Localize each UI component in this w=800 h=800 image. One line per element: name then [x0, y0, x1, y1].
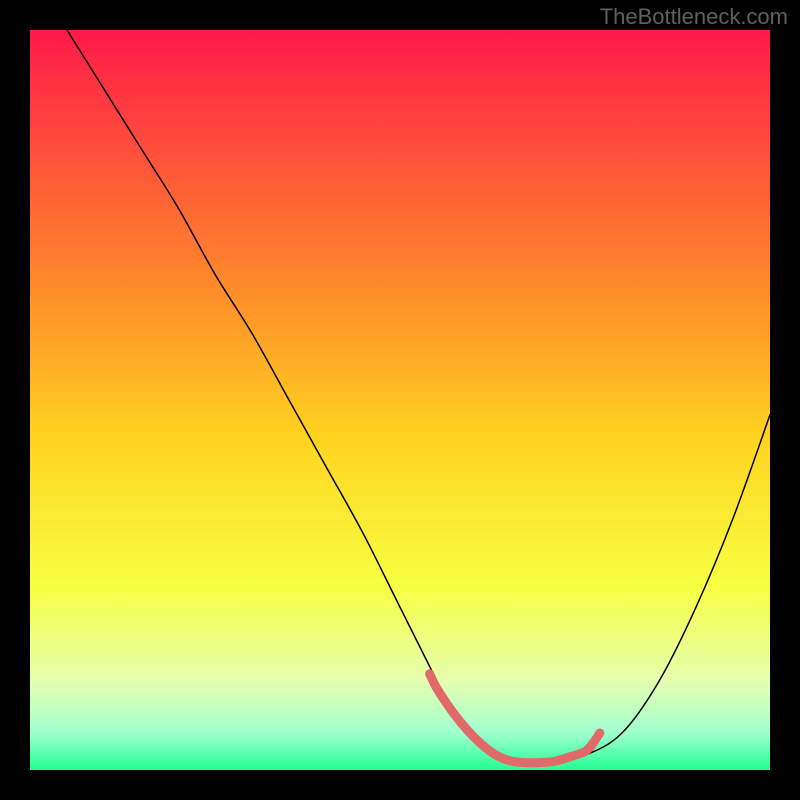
watermark-text: TheBottleneck.com: [600, 4, 788, 30]
chart-frame: TheBottleneck.com: [0, 0, 800, 800]
gradient-background: [30, 30, 770, 770]
chart-svg: [30, 30, 770, 770]
plot-area: [30, 30, 770, 770]
